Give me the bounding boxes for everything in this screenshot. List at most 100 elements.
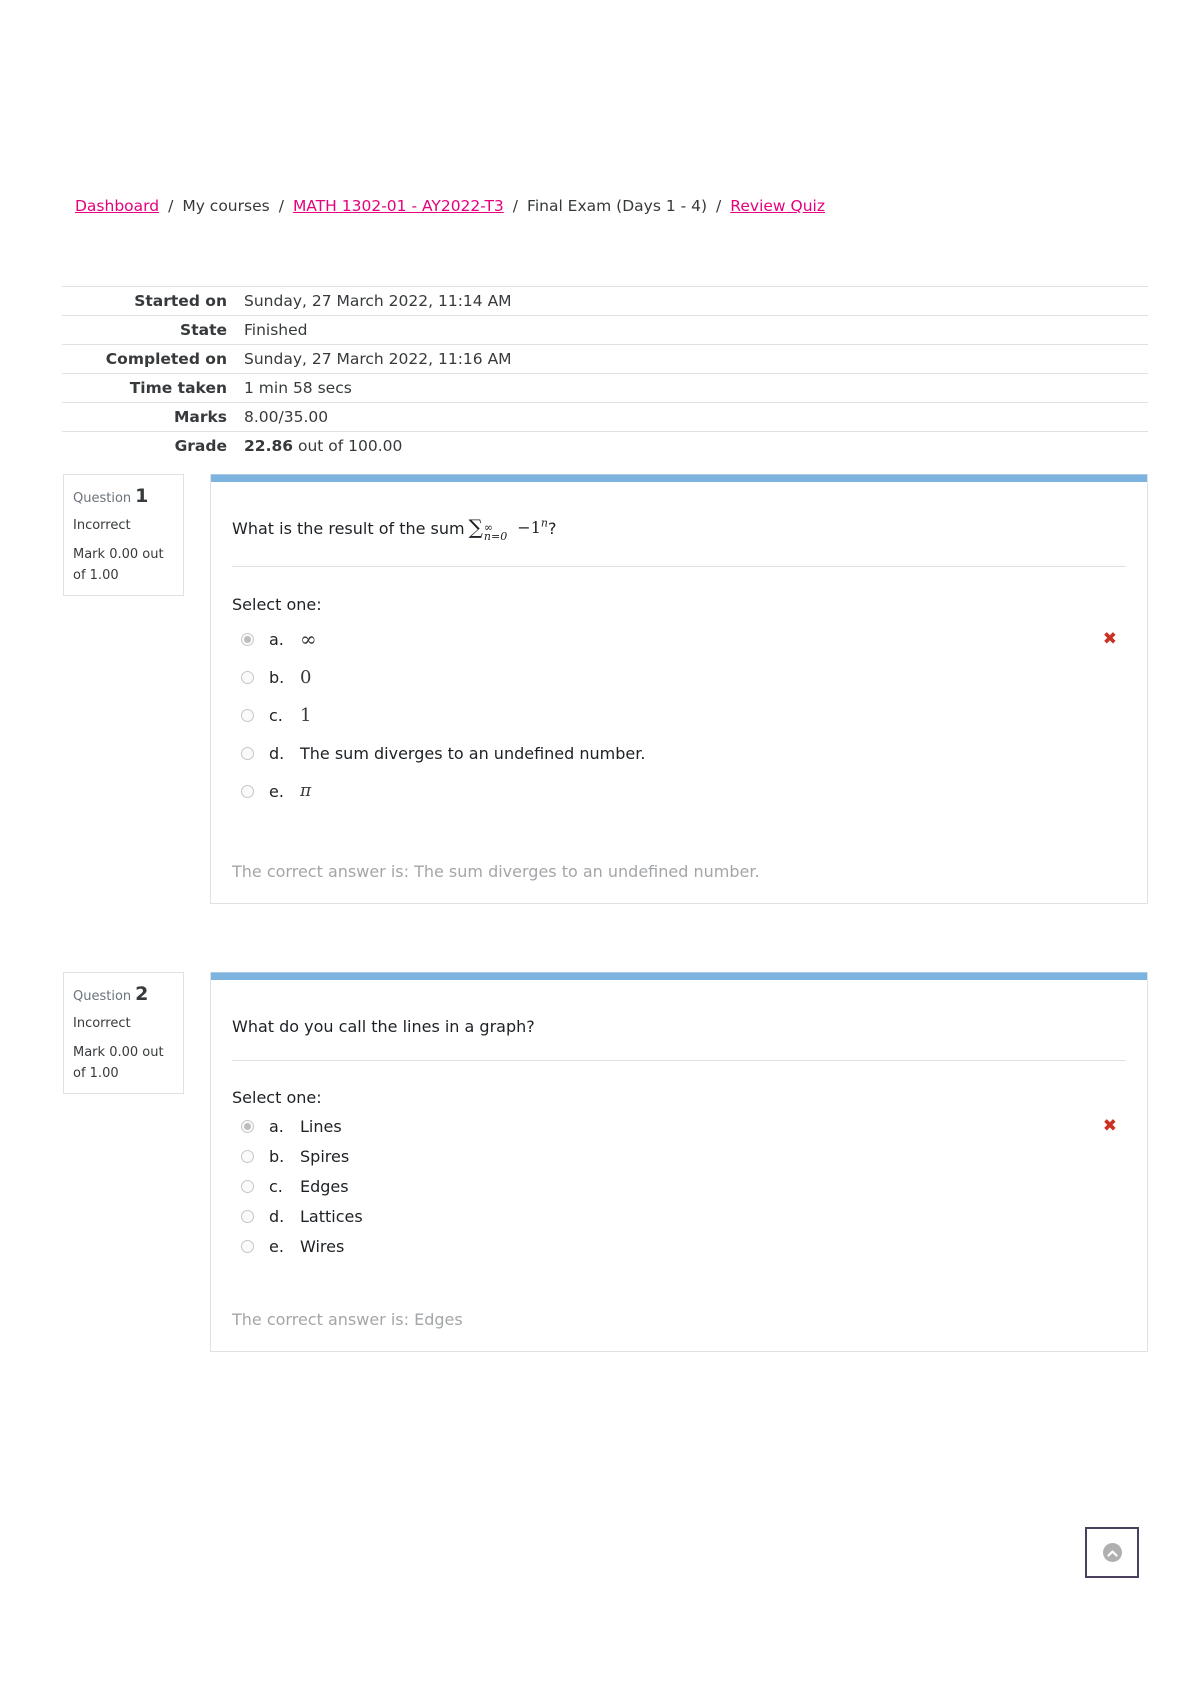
summary-value: Sunday, 27 March 2022, 11:14 AM [244, 292, 512, 310]
option-letter: e. [269, 1236, 284, 1256]
option-c[interactable]: c. Edges [241, 1171, 1147, 1201]
summary-value: Finished [244, 321, 308, 339]
option-b[interactable]: b. Spires [241, 1141, 1147, 1171]
summary-label: Marks [173, 408, 227, 426]
summary-value: 8.00/35.00 [244, 408, 329, 426]
option-e[interactable]: e. π [241, 772, 1147, 810]
summary-label: Grade [174, 437, 227, 455]
question-grade: Mark 0.00 out of 1.00 [73, 1045, 164, 1081]
question-divider [232, 1060, 1126, 1061]
radio-button[interactable] [241, 746, 254, 760]
radio-button[interactable] [241, 784, 254, 798]
option-text: ∞ [300, 627, 317, 651]
summary-row-time-taken: Time taken 1 min 58 secs [62, 373, 1148, 402]
summary-label: State [180, 321, 227, 339]
option-letter: d. [269, 1206, 285, 1226]
option-letter: d. [269, 743, 285, 763]
radio-button[interactable] [241, 1149, 254, 1163]
summary-label: Started on [134, 292, 227, 310]
breadcrumb-separator: / [512, 197, 519, 215]
summary-row-state: State Finished [62, 315, 1148, 344]
option-c[interactable]: c. 1 [241, 696, 1147, 734]
question-text-prefix: What is the result of the sum [232, 518, 465, 538]
question-2-content: What do you call the lines in a graph? S… [210, 972, 1148, 1352]
radio-button[interactable] [241, 1209, 254, 1223]
back-to-top-button[interactable] [1085, 1527, 1139, 1578]
question-text-suffix: ? [547, 518, 557, 538]
option-e[interactable]: e. Wires [241, 1231, 1147, 1261]
question-grade: Mark 0.00 out of 1.00 [73, 547, 164, 583]
option-d[interactable]: d. The sum diverges to an undefined numb… [241, 734, 1147, 772]
breadcrumb-course-link[interactable]: MATH 1302-01 - AY2022-T3 [293, 197, 504, 215]
radio-button-checked[interactable] [241, 1119, 254, 1133]
option-text: Edges [300, 1176, 349, 1196]
breadcrumb-separator: / [168, 197, 174, 215]
option-text: The sum diverges to an undefined number. [300, 743, 646, 763]
question-text: What is the result of the sum ∑ ∞ n=0 −1n … [211, 514, 1147, 543]
option-text: Lines [300, 1116, 342, 1136]
summary-value: Sunday, 27 March 2022, 11:16 AM [244, 350, 512, 368]
option-text: 0 [300, 666, 312, 688]
radio-button[interactable] [241, 708, 254, 722]
option-letter: b. [269, 667, 285, 687]
correct-answer-feedback: The correct answer is: Edges [232, 1310, 463, 1329]
incorrect-x-icon: ✖ [1102, 629, 1117, 649]
option-text: Spires [300, 1146, 350, 1166]
radio-button[interactable] [241, 1239, 254, 1253]
option-a[interactable]: a. ∞ ✖ [241, 620, 1147, 658]
summary-row-completed-on: Completed on Sunday, 27 March 2022, 11:1… [62, 344, 1148, 373]
breadcrumb-review-quiz-link[interactable]: Review Quiz [730, 197, 825, 215]
grade-out-of: out of 100.00 [293, 437, 403, 455]
option-a[interactable]: a. Lines ✖ [241, 1111, 1147, 1141]
option-text: Wires [300, 1236, 345, 1256]
option-b[interactable]: b. 0 [241, 658, 1147, 696]
question-1-content: What is the result of the sum ∑ ∞ n=0 −1n … [210, 474, 1148, 904]
question-2-info: Question 2 Incorrect Mark 0.00 out of 1.… [63, 972, 184, 1094]
summary-row-marks: Marks 8.00/35.00 [62, 402, 1148, 431]
summary-row-started-on: Started on Sunday, 27 March 2022, 11:14 … [62, 286, 1148, 315]
option-letter: b. [269, 1146, 285, 1166]
breadcrumb-dashboard-link[interactable]: Dashboard [75, 197, 159, 215]
answer-options: a. ∞ ✖ b. 0 c. 1 d. The sum diverges to … [211, 620, 1147, 810]
summary-value: 22.86 out of 100.00 [244, 437, 402, 455]
option-letter: c. [269, 705, 283, 725]
question-text: What do you call the lines in a graph? [232, 1016, 535, 1036]
option-letter: a. [269, 1116, 284, 1136]
option-text: 1 [300, 704, 312, 726]
select-one-prompt: Select one: [232, 595, 322, 614]
option-d[interactable]: d. Lattices [241, 1201, 1147, 1231]
incorrect-x-icon: ✖ [1102, 1116, 1117, 1136]
answer-options: a. Lines ✖ b. Spires c. Edges d. Lattice… [211, 1111, 1147, 1261]
question-number: 1 [135, 485, 149, 507]
question-state: Incorrect [73, 518, 131, 533]
radio-button-checked[interactable] [241, 632, 254, 646]
breadcrumb-separator: / [278, 197, 284, 215]
sum-lower-limit: n=0 [483, 529, 508, 543]
option-text: π [300, 781, 312, 801]
breadcrumb-my-courses: My courses [182, 197, 270, 215]
question-top-bar [211, 972, 1147, 980]
question-state: Incorrect [73, 1016, 131, 1031]
question-top-bar [211, 474, 1147, 482]
select-one-prompt: Select one: [232, 1088, 322, 1107]
sum-body: −1 [517, 517, 541, 537]
correct-answer-feedback: The correct answer is: The sum diverges … [232, 862, 760, 881]
radio-button[interactable] [241, 1179, 254, 1193]
breadcrumb-final-exam: Final Exam (Days 1 - 4) [527, 197, 708, 215]
attempt-summary-table: Started on Sunday, 27 March 2022, 11:14 … [62, 286, 1148, 460]
option-letter: c. [269, 1176, 283, 1196]
question-divider [232, 566, 1126, 567]
question-1-info: Question 1 Incorrect Mark 0.00 out of 1.… [63, 474, 184, 596]
summary-label: Time taken [129, 379, 227, 397]
question-label: Question [73, 491, 132, 506]
option-letter: a. [269, 629, 284, 649]
quiz-review-page: Dashboard / My courses / MATH 1302-01 - … [0, 0, 1200, 1698]
option-letter: e. [269, 781, 284, 801]
question-number: 2 [135, 983, 149, 1005]
radio-button[interactable] [241, 670, 254, 684]
breadcrumb: Dashboard / My courses / MATH 1302-01 - … [75, 197, 825, 215]
sigma-symbol: ∑ [468, 514, 483, 539]
grade-score: 22.86 [244, 437, 294, 455]
breadcrumb-separator: / [716, 197, 722, 215]
sum-expression: ∑ ∞ n=0 −1n [469, 514, 548, 543]
